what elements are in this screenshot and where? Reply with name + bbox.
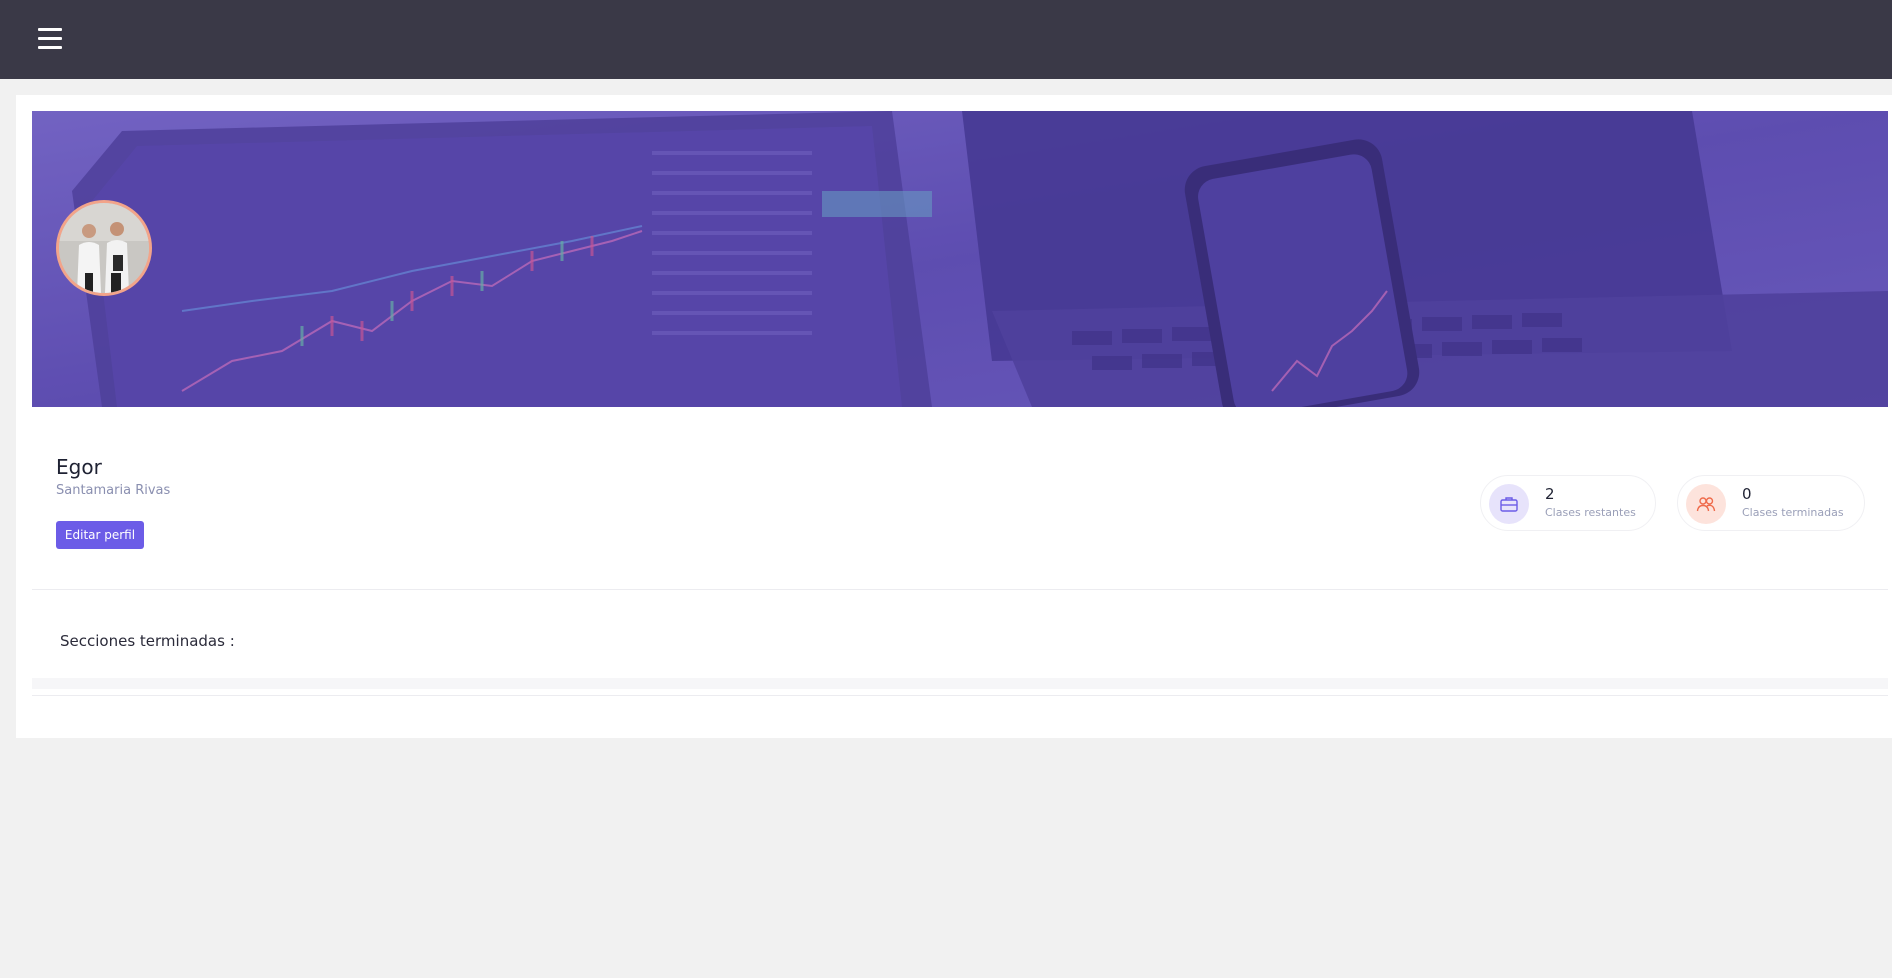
profile-avatar[interactable] <box>56 200 152 296</box>
users-icon <box>1686 484 1726 524</box>
hamburger-menu-icon[interactable] <box>38 28 62 50</box>
section-divider <box>32 589 1888 590</box>
briefcase-icon <box>1489 484 1529 524</box>
stat-label: Clases restantes <box>1545 506 1636 519</box>
profile-first-name: Egor <box>56 455 102 479</box>
profile-card: Egor Santamaria Rivas Editar perfil 2 Cl… <box>16 95 1892 738</box>
stat-label: Clases terminadas <box>1742 506 1844 519</box>
stat-finished-classes: 0 Clases terminadas <box>1677 475 1865 531</box>
edit-profile-button[interactable]: Editar perfil <box>56 521 144 549</box>
finished-sections-list <box>32 678 1888 689</box>
top-navbar <box>0 0 1892 79</box>
section-divider <box>32 695 1888 696</box>
profile-banner-image <box>32 111 1888 407</box>
stat-value: 2 <box>1545 485 1555 503</box>
finished-sections-title: Secciones terminadas : <box>60 632 235 650</box>
stat-value: 0 <box>1742 485 1752 503</box>
profile-last-name: Santamaria Rivas <box>56 483 171 498</box>
stat-remaining-classes: 2 Clases restantes <box>1480 475 1656 531</box>
